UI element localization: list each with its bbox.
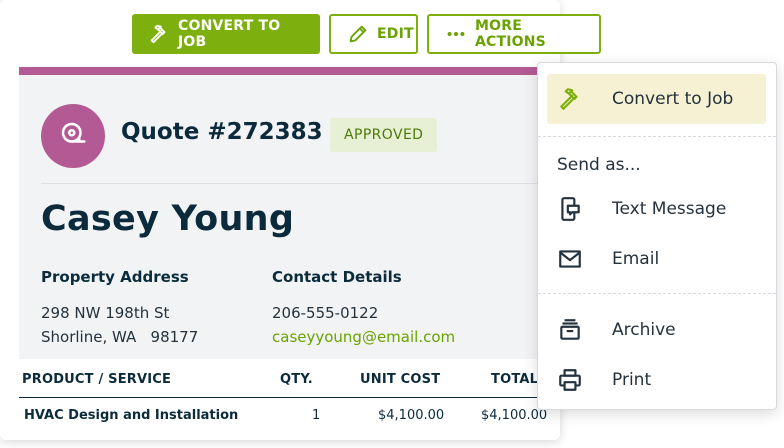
more-actions-button[interactable]: MORE ACTIONS — [427, 14, 601, 54]
table-header-rule — [19, 397, 539, 398]
printer-icon — [547, 355, 593, 405]
row-total: $4,100.00 — [481, 408, 548, 423]
contact-details-heading: Contact Details — [272, 268, 402, 286]
phone-message-icon — [547, 184, 593, 234]
menu-item-label: Text Message — [612, 199, 727, 219]
measuring-tape-icon — [58, 119, 88, 153]
hammer-icon — [547, 74, 593, 124]
contact-phone: 206-555-0122 — [272, 304, 379, 322]
table-header-qty: QTY. — [280, 372, 313, 387]
property-address-line2: Shorline, WA 98177 — [41, 328, 199, 346]
hammer-icon — [148, 23, 170, 45]
edit-label: EDIT — [377, 26, 414, 42]
menu-item-convert-to-job[interactable]: Convert to Job — [547, 74, 766, 124]
table-header-product: PRODUCT / SERVICE — [22, 372, 172, 387]
menu-item-email[interactable]: Email — [547, 234, 766, 284]
send-as-label: Send as... — [557, 155, 641, 175]
menu-item-archive[interactable]: Archive — [547, 305, 766, 355]
quote-title: Quote #272383 — [121, 119, 323, 145]
menu-item-text-message[interactable]: Text Message — [547, 184, 766, 234]
header-divider — [41, 183, 539, 184]
property-address-line1: 298 NW 198th St — [41, 304, 170, 322]
convert-to-job-button[interactable]: CONVERT TO JOB — [132, 14, 320, 54]
more-actions-menu: Convert to Job Send as... Text Message E… — [537, 62, 777, 410]
row-product: HVAC Design and Installation — [24, 408, 239, 423]
ellipsis-icon — [445, 23, 467, 45]
menu-item-label: Email — [612, 249, 660, 269]
client-name: Casey Young — [41, 199, 295, 239]
status-badge: APPROVED — [330, 118, 438, 152]
action-toolbar: CONVERT TO JOB EDIT MORE ACTIONS — [132, 14, 601, 54]
quote-avatar — [41, 104, 105, 168]
more-actions-label: MORE ACTIONS — [475, 18, 546, 50]
table-header-unit-cost: UNIT COST — [360, 372, 441, 387]
property-address-heading: Property Address — [41, 268, 189, 286]
menu-item-label: Archive — [612, 320, 676, 340]
pencil-icon — [347, 23, 369, 45]
row-qty: 1 — [312, 408, 321, 423]
quote-panel: Quote #272383 APPROVED Casey Young Prope… — [19, 67, 539, 359]
menu-item-label: Print — [612, 370, 652, 390]
menu-item-print[interactable]: Print — [547, 355, 766, 405]
menu-divider — [538, 136, 776, 137]
convert-to-job-label: CONVERT TO JOB — [178, 18, 281, 50]
menu-divider — [538, 293, 776, 294]
contact-email-link[interactable]: caseyyoung@email.com — [272, 325, 455, 349]
row-unit-cost: $4,100.00 — [378, 408, 445, 423]
menu-item-label: Convert to Job — [612, 89, 734, 109]
table-header-total: TOTAL — [491, 372, 539, 387]
envelope-icon — [547, 234, 593, 284]
edit-button[interactable]: EDIT — [329, 14, 418, 54]
archive-box-icon — [547, 305, 593, 355]
